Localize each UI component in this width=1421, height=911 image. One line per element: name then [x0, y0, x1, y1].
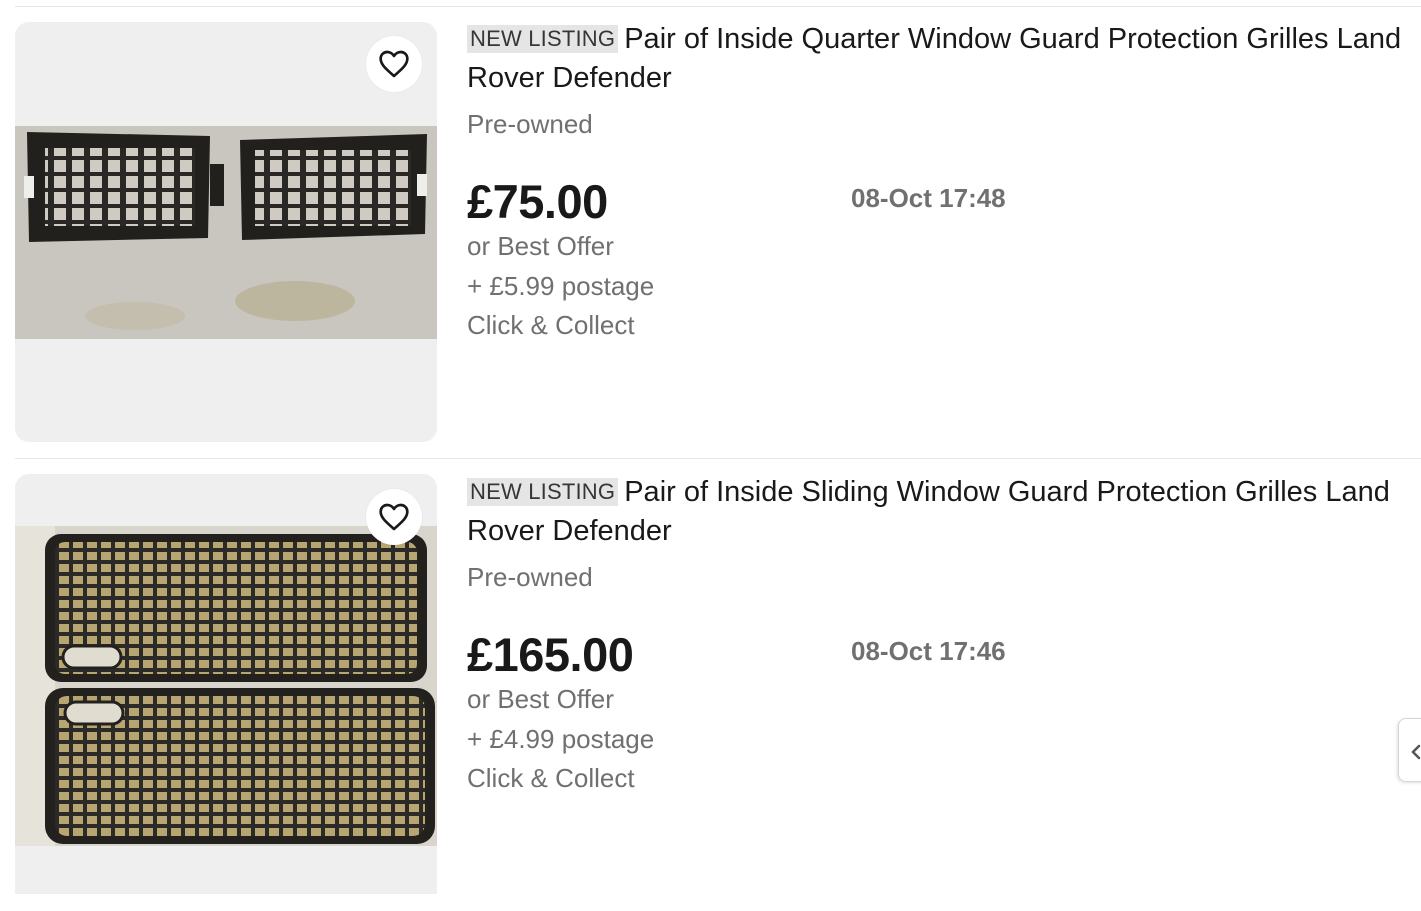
- listing-photo-quarter-grilles: [15, 126, 437, 339]
- postage-text: + £4.99 postage: [467, 724, 655, 754]
- new-listing-badge: NEW LISTING: [467, 478, 619, 506]
- heart-outline-icon: [379, 503, 409, 531]
- listing-card: NEW LISTING Pair of Inside Sliding Window…: [0, 459, 1421, 911]
- listing-time: 08-Oct 17:46: [851, 636, 1006, 666]
- listing-time: 08-Oct 17:48: [851, 183, 1006, 213]
- listing-condition: Pre-owned: [467, 562, 593, 592]
- chevron-left-icon: [1411, 744, 1421, 760]
- listing-title[interactable]: NEW LISTING Pair of Inside Sliding Window…: [467, 473, 1417, 551]
- listing-price: £75.00: [467, 175, 608, 228]
- listing-photo-sliding-grilles: [15, 526, 437, 846]
- feedback-side-tab[interactable]: [1398, 718, 1421, 782]
- best-offer-text: or Best Offer: [467, 684, 614, 714]
- listing-image-link[interactable]: [15, 22, 437, 442]
- click-collect-text: Click & Collect: [467, 763, 635, 793]
- favorite-button[interactable]: [366, 36, 422, 92]
- listing-price: £165.00: [467, 628, 634, 681]
- best-offer-text: or Best Offer: [467, 231, 614, 261]
- favorite-button[interactable]: [366, 489, 422, 545]
- listing-card: NEW LISTING Pair of Inside Quarter Window…: [0, 7, 1421, 459]
- new-listing-badge: NEW LISTING: [467, 25, 619, 53]
- click-collect-text: Click & Collect: [467, 310, 635, 340]
- listing-title[interactable]: NEW LISTING Pair of Inside Quarter Window…: [467, 20, 1417, 98]
- heart-outline-icon: [379, 50, 409, 78]
- postage-text: + £5.99 postage: [467, 271, 655, 301]
- listing-condition: Pre-owned: [467, 109, 593, 139]
